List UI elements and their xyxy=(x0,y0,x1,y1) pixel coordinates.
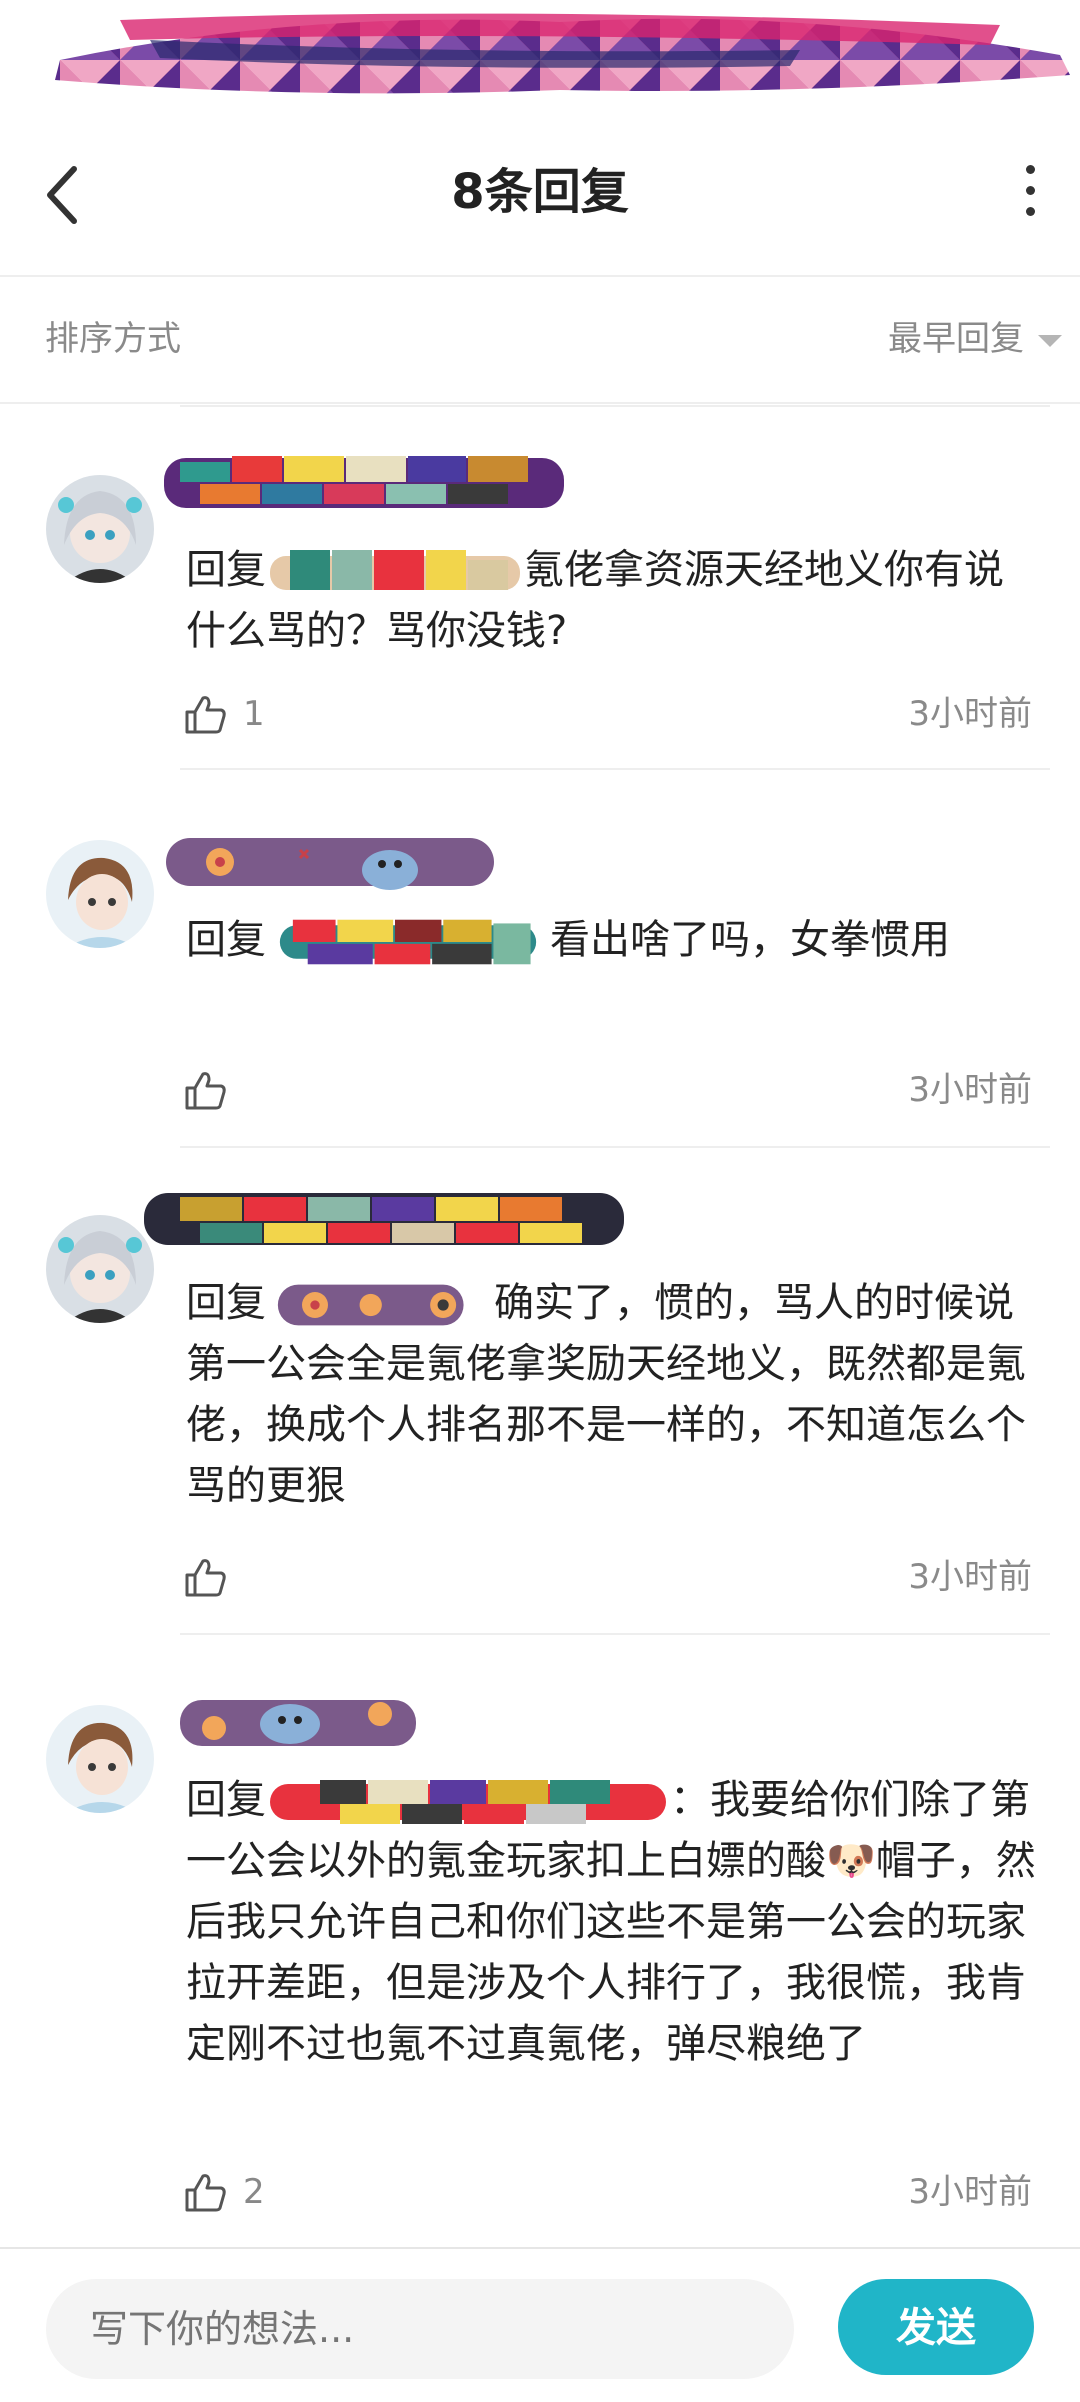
avatar[interactable] xyxy=(46,475,154,583)
reply-item: 回复 看出啥了吗，女拳惯用 3小时前 xyxy=(0,800,1080,1160)
timestamp: 3小时前 xyxy=(908,1557,1032,1597)
avatar[interactable] xyxy=(46,1705,154,1813)
thumbs-up-icon xyxy=(185,2174,226,2212)
mention-redacted xyxy=(277,1284,464,1326)
send-button[interactable]: 发送 xyxy=(838,2279,1034,2375)
like-button[interactable] xyxy=(183,2170,227,2214)
more-options-button[interactable] xyxy=(1020,165,1040,225)
reply-text: 回复 氪佬拿资源天经地义你有说什么骂的？骂你没钱? xyxy=(186,540,1036,662)
timestamp: 3小时前 xyxy=(908,2172,1032,2212)
divider xyxy=(180,1633,1050,1635)
sort-dropdown[interactable]: 最早回复 xyxy=(888,277,1024,402)
like-button[interactable] xyxy=(183,1555,227,1599)
username-redacted xyxy=(140,1183,630,1247)
divider xyxy=(180,768,1050,770)
sort-label: 排序方式 xyxy=(45,319,181,359)
sort-bar: 排序方式 最早回复 xyxy=(0,277,1080,404)
reply-item: 回复 氪佬拿资源天经地义你有说什么骂的？骂你没钱? 1 3小时前 xyxy=(0,430,1080,770)
timestamp: 3小时前 xyxy=(908,1070,1032,1110)
mention-redacted xyxy=(279,919,537,965)
like-button[interactable] xyxy=(183,1068,227,1112)
divider xyxy=(180,1146,1050,1148)
reply-text: 回复 确实了，惯的，骂人的时候说第一公会全是氪佬拿奖励天经地义，既然都是氪佬，换… xyxy=(186,1273,1036,1517)
mention-redacted xyxy=(270,550,520,590)
more-vertical-icon xyxy=(1020,165,1040,216)
reply-item: 回复 确实了，惯的，骂人的时候说第一公会全是氪佬拿奖励天经地义，既然都是氪佬，换… xyxy=(0,1165,1080,1645)
like-button[interactable] xyxy=(183,692,227,736)
reply-item: 回复 ：我要给你们除了第一公会以外的氪金玩家扣上白嫖的酸🐶帽子，然后我只允许自己… xyxy=(0,1670,1080,2240)
thumbs-up-icon xyxy=(185,1072,226,1110)
caret-down-icon[interactable] xyxy=(1038,335,1062,347)
username-redacted xyxy=(160,1690,420,1754)
like-count: 1 xyxy=(243,694,265,734)
reply-body: 看出啥了吗，女拳惯用 xyxy=(550,917,950,963)
thumbs-up-icon xyxy=(185,1559,226,1597)
username-redacted xyxy=(160,450,570,514)
thumbs-up-icon xyxy=(185,696,226,734)
dog-emoji: 🐶 xyxy=(826,1838,876,1884)
mention-redacted xyxy=(270,1780,666,1824)
reply-prefix: 回复 xyxy=(186,1280,266,1326)
top-app-bar: 8条回复 xyxy=(0,110,1080,277)
reply-input[interactable] xyxy=(46,2279,794,2379)
avatar[interactable] xyxy=(46,840,154,948)
timestamp: 3小时前 xyxy=(908,694,1032,734)
reply-prefix: 回复 xyxy=(186,917,266,963)
reply-text: 回复 ：我要给你们除了第一公会以外的氪金玩家扣上白嫖的酸🐶帽子，然后我只允许自己… xyxy=(186,1770,1036,2075)
divider xyxy=(180,405,1050,407)
avatar[interactable] xyxy=(46,1215,154,1323)
reply-composer: 发送 xyxy=(0,2247,1080,2402)
reply-text: 回复 看出啥了吗，女拳惯用 xyxy=(186,910,1036,971)
like-count: 2 xyxy=(243,2172,265,2212)
page-title: 8条回复 xyxy=(451,164,629,220)
username-redacted xyxy=(160,830,500,894)
status-bar-redacted xyxy=(0,0,1080,110)
reply-prefix: 回复 xyxy=(186,547,266,593)
reply-prefix: 回复 xyxy=(186,1777,266,1823)
